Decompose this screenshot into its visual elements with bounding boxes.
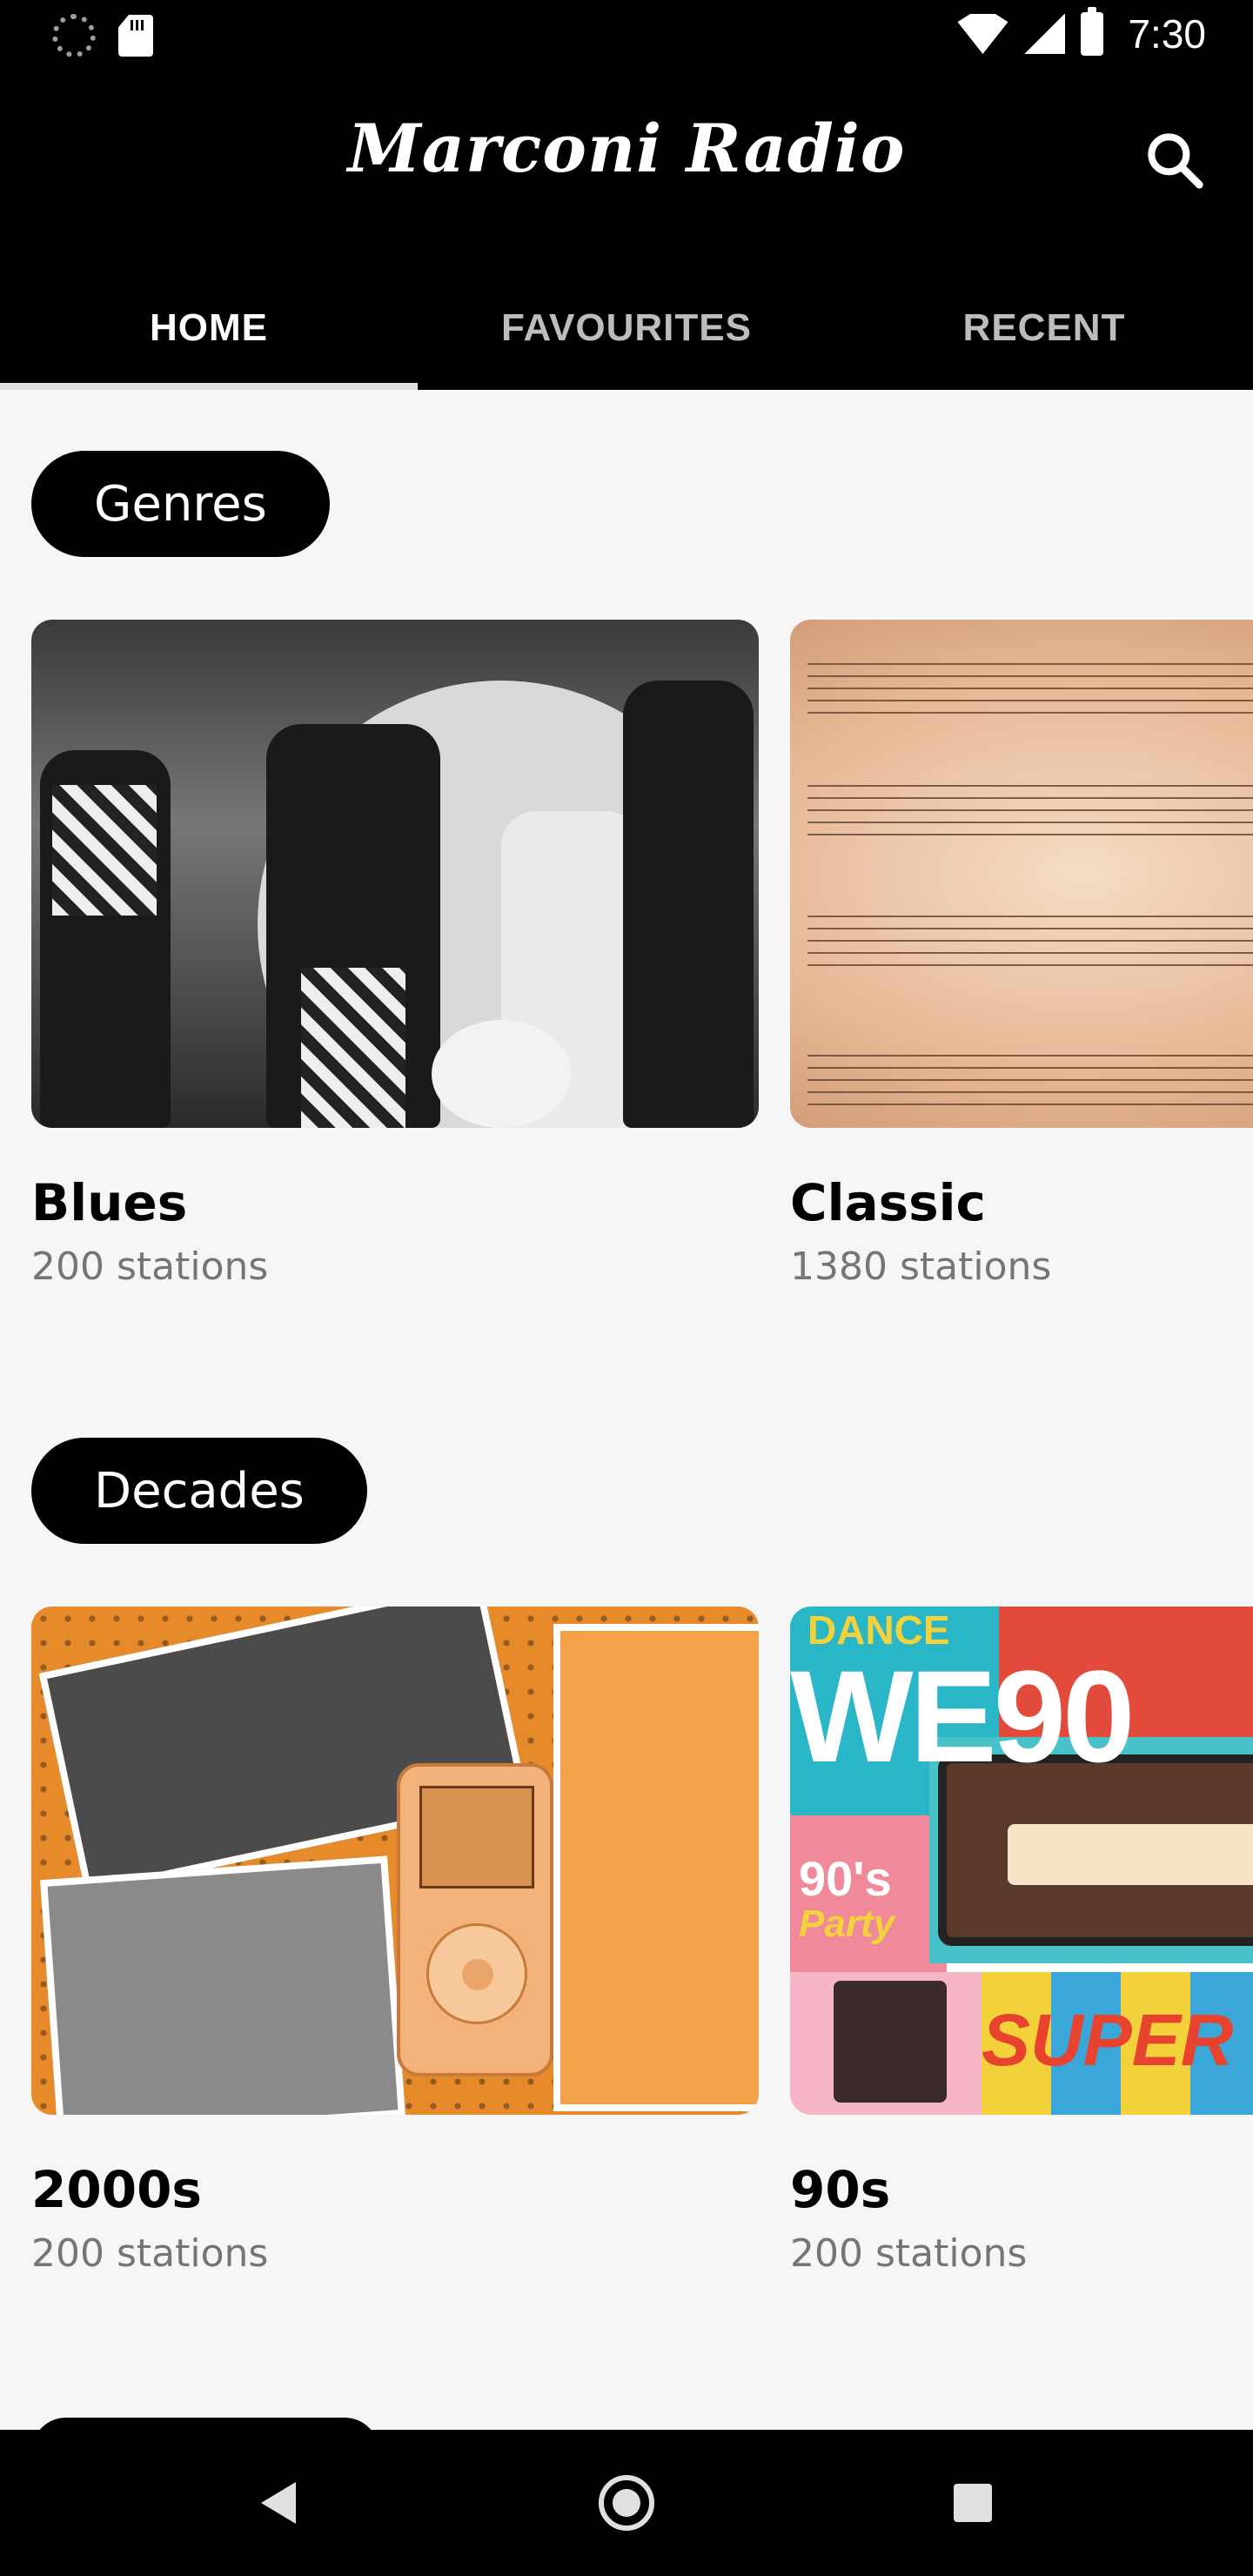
status-time: 7:30: [1128, 11, 1206, 57]
tab-recent[interactable]: RECENT: [835, 266, 1253, 390]
main-content[interactable]: Genres Blues 200 stations Classic 1380 s…: [0, 390, 1253, 2430]
classic-image: [790, 620, 1253, 1128]
card-subtitle: 200 stations: [790, 2231, 1028, 2276]
app-bar: Marconi Radio: [0, 73, 1253, 266]
card-subtitle: 1380 stations: [790, 1244, 1052, 1289]
decade-card-2000s[interactable]: 2000s 200 stations: [31, 1607, 759, 2276]
system-nav-bar: [0, 2430, 1253, 2576]
status-right-icons: 7:30: [957, 7, 1206, 57]
artwork-super-text: SUPER: [982, 1999, 1234, 2081]
genre-card-blues[interactable]: Blues 200 stations: [31, 620, 759, 1289]
app-title: Marconi Radio: [347, 110, 906, 187]
loading-spinner-icon: [52, 14, 96, 57]
card-subtitle: 200 stations: [31, 2231, 269, 2276]
status-left-icons: [52, 14, 153, 57]
90s-image: DANCE WE90 90's Party SUPER: [790, 1607, 1253, 2115]
tab-favourites[interactable]: FAVOURITES: [418, 266, 835, 390]
search-icon: [1148, 133, 1203, 189]
artwork-90s-text: 90's: [799, 1851, 892, 1906]
sd-card-icon: [118, 15, 153, 57]
tab-bar: HOME FAVOURITES RECENT: [0, 266, 1253, 390]
home-icon[interactable]: [599, 2475, 654, 2531]
search-button[interactable]: [1140, 125, 1209, 195]
genre-card-classic[interactable]: Classic 1380 stations: [790, 620, 1253, 1289]
back-icon[interactable]: [261, 2482, 296, 2524]
artwork-we90-text: WE90: [790, 1643, 1135, 1789]
card-title: 2000s: [31, 2160, 202, 2219]
card-title: Classic: [790, 1173, 986, 1232]
2000s-image: [31, 1607, 759, 2115]
section-genres-chip[interactable]: Genres: [31, 451, 330, 557]
ipod-illustration: [397, 1763, 553, 2076]
card-title: 90s: [790, 2160, 891, 2219]
blues-image: [31, 620, 759, 1128]
artwork-party-text: Party: [799, 1902, 895, 1945]
section-decades-chip[interactable]: Decades: [31, 1438, 367, 1544]
battery-icon: [1081, 7, 1104, 56]
card-title: Blues: [31, 1173, 188, 1232]
wifi-icon: [957, 14, 1008, 54]
tab-home[interactable]: HOME: [0, 266, 418, 390]
decade-card-90s[interactable]: DANCE WE90 90's Party SUPER 90s 200 stat…: [790, 1607, 1253, 2276]
recent-apps-icon[interactable]: [954, 2484, 992, 2522]
status-bar: 7:30: [0, 0, 1253, 73]
cell-signal-icon: [1023, 14, 1066, 54]
card-subtitle: 200 stations: [31, 1244, 269, 1289]
